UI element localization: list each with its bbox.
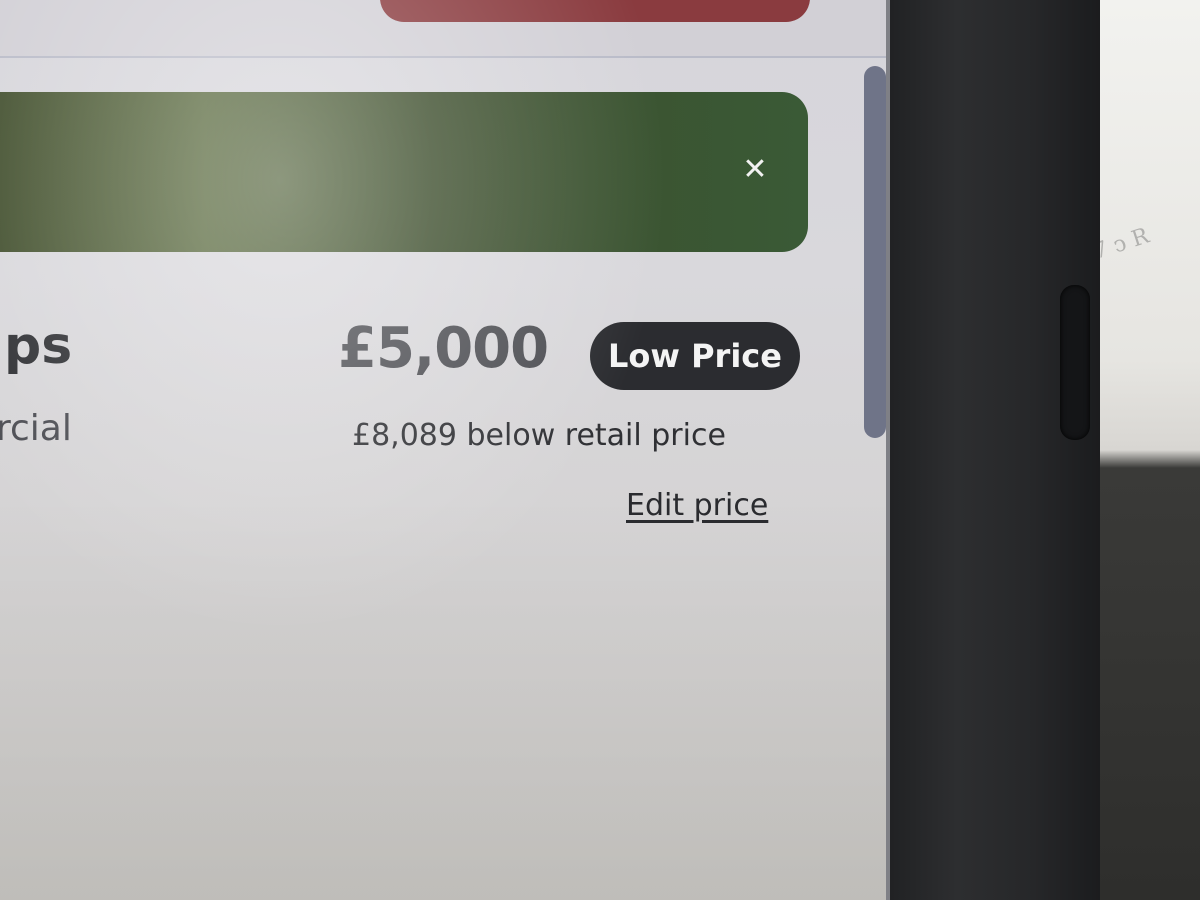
retail-comparison-text: £8,089 below retail price xyxy=(352,418,726,453)
scrollbar-thumb[interactable] xyxy=(864,66,886,438)
primary-action-button[interactable] xyxy=(380,0,810,22)
close-icon[interactable]: ✕ xyxy=(735,150,775,190)
handwriting-doodle: 7 ↄ R xyxy=(1090,223,1153,265)
edit-price-link[interactable]: Edit price xyxy=(626,488,768,523)
notification-banner xyxy=(0,92,808,252)
listing-subtitle: rcial xyxy=(0,408,72,449)
listing-title: ps xyxy=(4,316,73,376)
monitor-slot xyxy=(1060,285,1090,440)
listing-price: £5,000 xyxy=(338,316,549,381)
monitor-bezel xyxy=(880,0,1100,900)
photo-scene: 7 ↄ R ✕ ps rcial £5,000 Low Price £8,089… xyxy=(0,0,1200,900)
low-price-badge: Low Price xyxy=(590,322,800,390)
screen: ✕ ps rcial £5,000 Low Price £8,089 below… xyxy=(0,0,890,900)
top-header-strip xyxy=(0,0,886,58)
